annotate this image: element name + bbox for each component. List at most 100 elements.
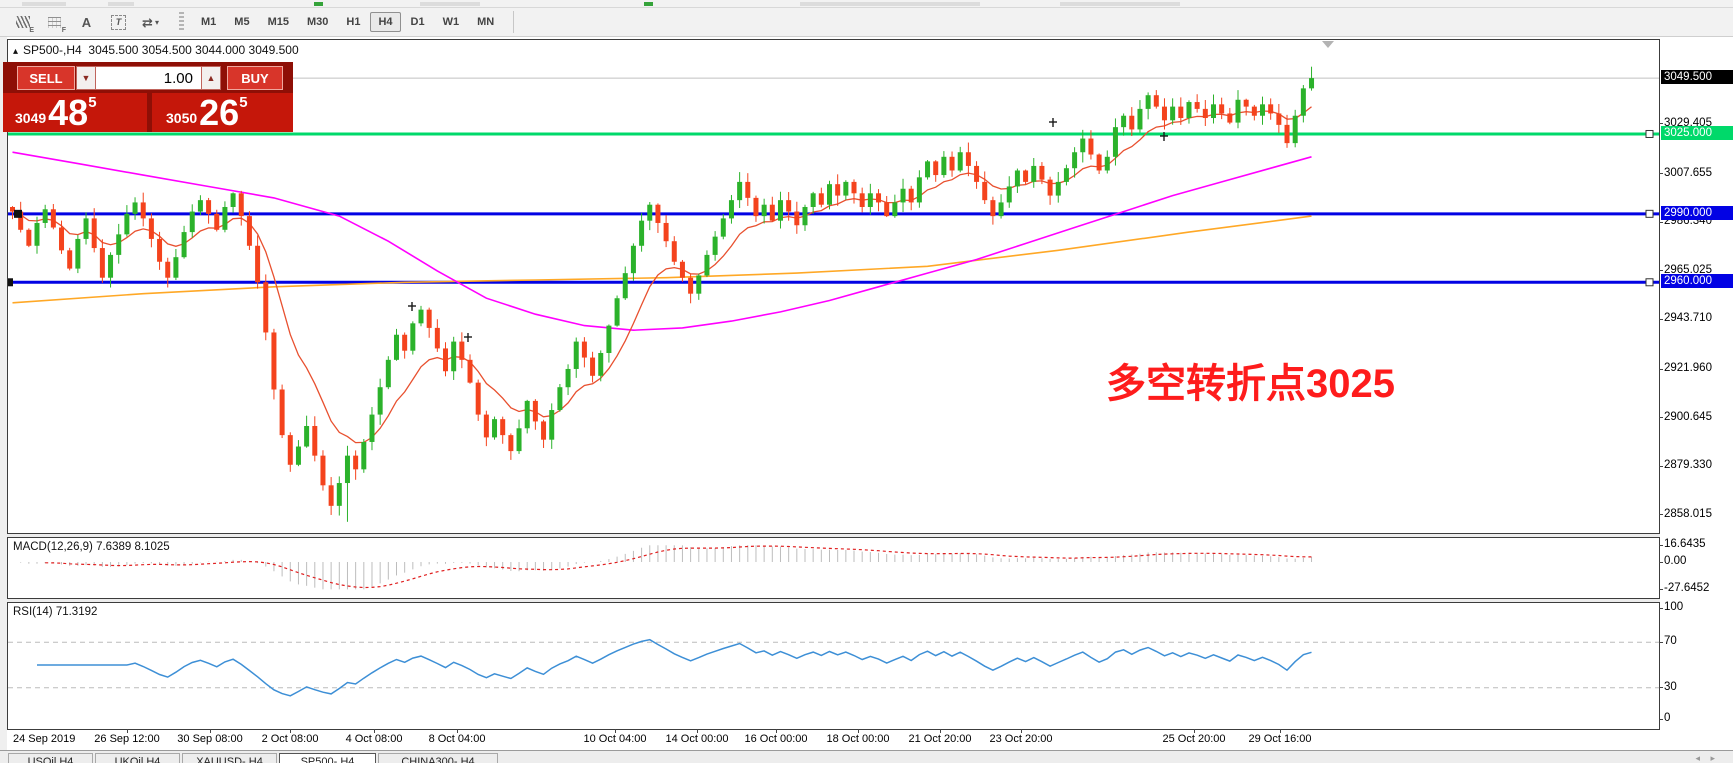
collapse-arrow-icon[interactable]: ▴ [13,46,18,57]
rsi-tick-label: 0 [1664,712,1670,724]
rsi-label: RSI(14) 71.3192 [13,606,97,618]
price-tick [1659,173,1663,174]
mt4-terminal-window: EFAT⇄▾ M1M5M15M30H1H4D1W1MN ▴ SP500-,H4 3… [0,0,1733,763]
hline-price-badge: 2960.000 [1661,274,1733,288]
price-tick [1659,123,1663,124]
date-label: 30 Sep 08:00 [177,733,242,745]
rsi-tick [1659,719,1663,720]
macd-panel[interactable] [7,537,1660,599]
date-label: 14 Oct 00:00 [666,733,729,745]
bid-pip: 5 [88,94,96,111]
macd-tick [1659,545,1663,546]
grid-icon[interactable]: F [40,10,69,35]
macd-tick-label: 0.00 [1664,555,1686,567]
macd-tick [1659,589,1663,590]
toolbar-fragment [108,2,134,6]
drawing-tools-group: EFAT⇄▾ [5,10,165,35]
hline-price-badge: 2990.000 [1661,206,1733,220]
draw-hatch-icon[interactable]: E [8,10,37,35]
price-tick [1659,417,1663,418]
price-tick-label: 2858.015 [1664,508,1712,520]
date-label: 23 Oct 20:00 [990,733,1053,745]
ask-pip: 5 [239,94,247,111]
price-tick [1659,270,1663,271]
ask-price-button[interactable]: 3050 26 5 [152,93,293,132]
hline-price-badge: 3025.000 [1661,126,1733,140]
volume-decrease-button[interactable]: ▼ [76,66,96,90]
volume-increase-button[interactable]: ▲ [201,66,221,90]
toolbar-fragment [420,2,480,6]
date-label: 16 Oct 00:00 [745,733,808,745]
timeframe-h1[interactable]: H1 [338,12,368,32]
macd-label: MACD(12,26,9) 7.6389 8.1025 [13,541,170,553]
timeframe-m1[interactable]: M1 [193,12,224,32]
date-label: 10 Oct 04:00 [584,733,647,745]
date-label: 4 Oct 08:00 [346,733,403,745]
one-click-trading-widget: SELL ▼ ▲ BUY 3049 48 5 3050 26 5 [3,62,293,132]
text-box-icon[interactable]: T [104,10,133,35]
symbol-tab-xauusd-h4[interactable]: XAUUSD-,H4 [182,753,277,763]
rsi-tick-label: 100 [1664,601,1683,613]
price-tick-label: 2879.330 [1664,459,1712,471]
volume-input[interactable] [96,66,201,90]
tab-scroll-arrows[interactable]: ◂ ▸ [1695,753,1719,763]
timeframes-group: M1M5M15M30H1H4D1W1MN [192,12,503,32]
chart-symbol-header: ▴ SP500-,H4 3045.500 3054.500 3044.000 30… [13,43,299,57]
left-gutter [0,37,7,750]
date-label: 8 Oct 04:00 [429,733,486,745]
toolbar-fragment-green [644,2,653,6]
symbol-tab-strip: ◂ ▸ USOil,H4UKOil,H4XAUUSD-,H4SP500-,H4C… [0,750,1733,763]
price-tick-label: 2921.960 [1664,362,1712,374]
date-label: 18 Oct 00:00 [827,733,890,745]
bid-prefix: 3049 [15,110,46,126]
ask-prefix: 3050 [166,110,197,126]
date-label: 29 Oct 16:00 [1249,733,1312,745]
macd-tick [1659,562,1663,563]
bid-price-button[interactable]: 3049 48 5 [3,93,147,132]
symbol-label: SP500-,H4 [23,43,82,57]
rsi-tick-label: 70 [1664,635,1677,647]
current-price-badge: 3049.500 [1661,70,1733,84]
price-tick [1659,466,1663,467]
timeframe-m15[interactable]: M15 [260,12,297,32]
timeframe-w1[interactable]: W1 [435,12,468,32]
rsi-panel[interactable] [7,602,1660,730]
price-tick [1659,319,1663,320]
macd-tick-label: 16.6435 [1664,538,1706,550]
toolbar-fragment [800,2,980,6]
date-label: 21 Oct 20:00 [909,733,972,745]
date-label: 25 Oct 20:00 [1163,733,1226,745]
rsi-tick-label: 30 [1664,681,1677,693]
toolbar-fragment-green [314,2,323,6]
price-tick-label: 2943.710 [1664,312,1712,324]
price-tick [1659,222,1663,223]
rsi-tick [1659,608,1663,609]
cursor-arrows-icon[interactable]: ⇄▾ [136,10,165,35]
timeframe-m30[interactable]: M30 [299,12,336,32]
ohlc-values: 3045.500 3054.500 3044.000 3049.500 [88,43,298,57]
timeframe-h4[interactable]: H4 [370,12,400,32]
toolbar-drag-handle[interactable] [179,12,184,32]
timeframe-mn[interactable]: MN [469,12,502,32]
text-label-icon[interactable]: A [72,10,101,35]
date-label: 26 Sep 12:00 [94,733,159,745]
symbol-tab-usoil-h4[interactable]: USOil,H4 [8,753,93,763]
timeframe-m5[interactable]: M5 [226,12,257,32]
clipped-toolbar-row [0,0,1733,8]
symbol-tab-sp500-h4[interactable]: SP500-,H4 [279,753,376,763]
toolbar-separator [513,11,514,33]
price-tick-label: 2900.645 [1664,411,1712,423]
chart-annotation-text: 多空转折点3025 [1106,351,1395,409]
ask-main: 26 [199,98,239,129]
symbol-tab-ukoil-h4[interactable]: UKOil,H4 [95,753,180,763]
timeframe-d1[interactable]: D1 [403,12,433,32]
toolbar-fragment [22,2,66,6]
rsi-tick [1659,642,1663,643]
sell-button[interactable]: SELL [17,66,75,90]
price-tick [1659,369,1663,370]
buy-button[interactable]: BUY [227,66,283,90]
symbol-tab-china300-h4[interactable]: CHINA300-,H4 [378,753,498,763]
toolbar-fragment [1060,2,1180,6]
toolbar: EFAT⇄▾ M1M5M15M30H1H4D1W1MN [0,8,1733,37]
rsi-tick [1659,687,1663,688]
